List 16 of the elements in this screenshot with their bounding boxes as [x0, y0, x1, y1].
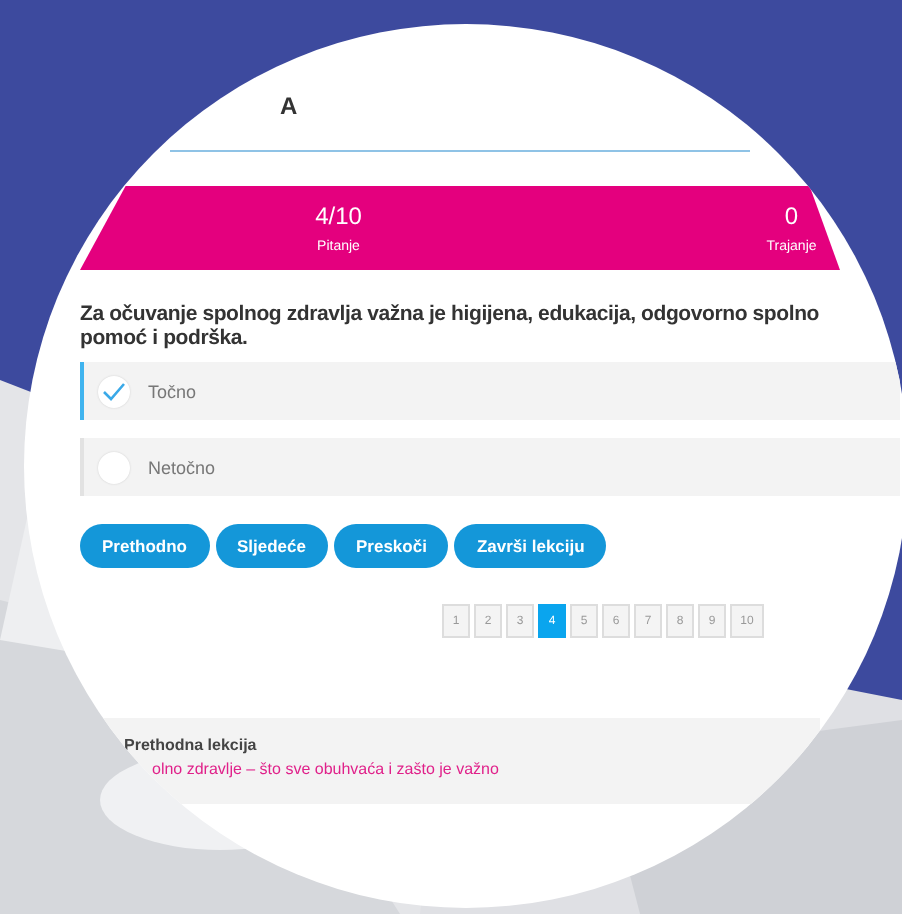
- answer-option[interactable]: Točno: [80, 362, 900, 420]
- previous-lesson-heading: Prethodna lekcija: [124, 736, 259, 754]
- nav-button[interactable]: Završi lekciju: [454, 524, 607, 568]
- progress-value: 0: [784, 202, 799, 230]
- radio-icon: [98, 451, 130, 483]
- option-label: Netočno: [148, 457, 216, 477]
- progress-value: 4/10: [315, 202, 362, 230]
- answer-option[interactable]: Netočno: [80, 438, 900, 496]
- check-icon: [98, 375, 130, 407]
- nav-button[interactable]: Preskoči: [334, 524, 449, 568]
- option-label: Točno: [148, 381, 197, 401]
- question-text: Za očuvanje spolnog zdravlja važna je higijena, edukacija, odgovorno spolno pomoć i podrška.: [80, 302, 821, 350]
- nav-button[interactable]: Prethodno: [80, 524, 209, 568]
- nav-button[interactable]: Sljedeće: [215, 524, 328, 568]
- page-title: A: [280, 92, 300, 124]
- previous-lesson-link[interactable]: olno zdravlje – što sve obuhvaća i zašto je važno: [152, 760, 499, 778]
